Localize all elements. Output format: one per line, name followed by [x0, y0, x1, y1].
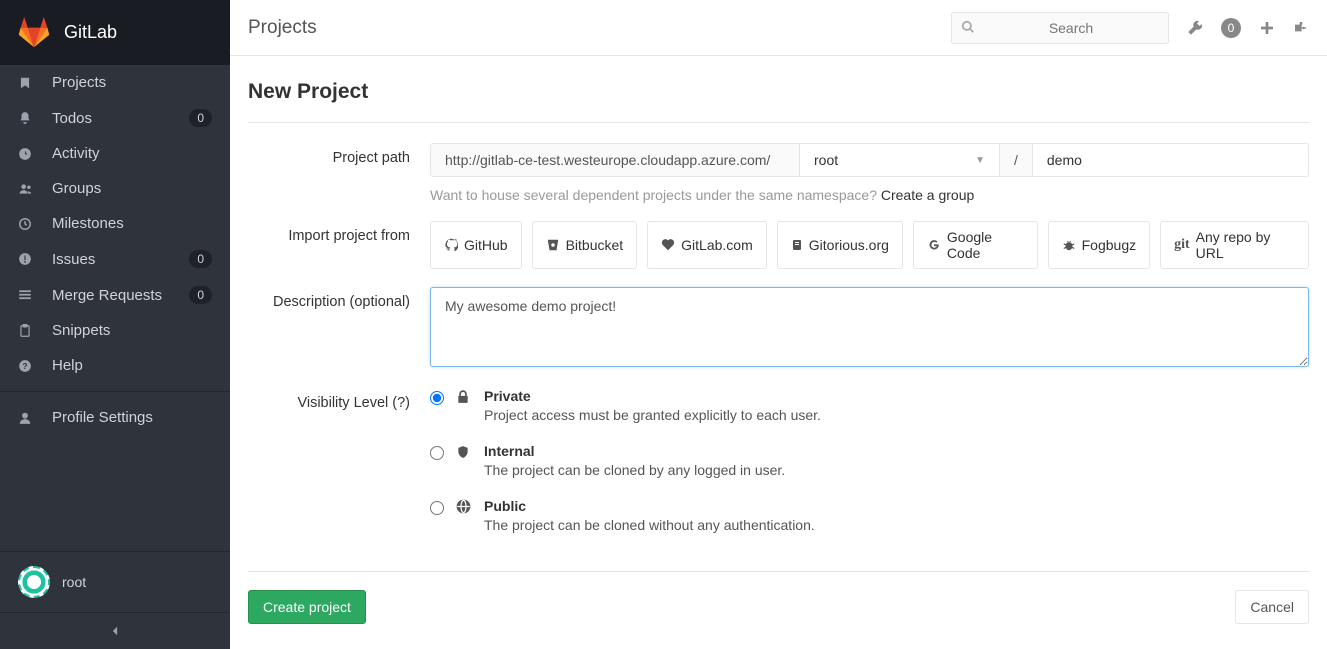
visibility-public-title: Public — [484, 498, 815, 514]
namespace-selected: root — [814, 152, 838, 168]
visibility-private-title: Private — [484, 388, 821, 404]
create-project-button[interactable]: Create project — [248, 590, 366, 624]
form-footer: Create project Cancel — [248, 571, 1309, 642]
todos-header-badge[interactable]: 0 — [1221, 18, 1241, 38]
visibility-public-radio[interactable] — [430, 501, 444, 515]
bug-icon — [1062, 238, 1076, 252]
import-bitbucket-button[interactable]: Bitbucket — [532, 221, 638, 269]
sign-out-icon[interactable] — [1293, 20, 1309, 36]
chevron-left-icon — [111, 623, 119, 639]
sidebar-separator — [0, 391, 230, 392]
todos-count-badge: 0 — [189, 109, 212, 127]
bookmark-icon — [18, 76, 36, 90]
import-googlecode-button[interactable]: Google Code — [913, 221, 1038, 269]
sidebar-item-label: Todos — [52, 110, 189, 127]
git-icon: git — [1174, 237, 1190, 253]
sidebar-item-merge-requests[interactable]: Merge Requests 0 — [0, 277, 230, 313]
sidebar-item-label: Snippets — [52, 322, 212, 339]
visibility-internal-radio[interactable] — [430, 446, 444, 460]
question-icon: ? — [18, 359, 36, 373]
heart-icon — [661, 238, 675, 252]
search-input[interactable] — [951, 12, 1169, 44]
brand-bar: GitLab — [0, 0, 230, 65]
header-actions: 0 — [1187, 18, 1309, 38]
clipboard-icon — [18, 324, 36, 338]
project-name-input[interactable] — [1033, 143, 1309, 177]
visibility-private-radio[interactable] — [430, 391, 444, 405]
chevron-down-icon: ▼ — [975, 155, 985, 166]
description-textarea[interactable] — [430, 287, 1309, 367]
group-icon — [18, 182, 36, 196]
main-header: Projects 0 — [230, 0, 1327, 56]
search-icon — [961, 20, 975, 34]
create-group-link[interactable]: Create a group — [881, 187, 974, 203]
mr-count-badge: 0 — [189, 286, 212, 304]
sidebar-item-label: Profile Settings — [52, 409, 212, 426]
exclamation-icon — [18, 252, 36, 266]
sidebar-item-activity[interactable]: Activity — [0, 136, 230, 171]
sidebar-item-snippets[interactable]: Snippets — [0, 313, 230, 348]
dashboard-icon — [18, 147, 36, 161]
project-base-url: http://gitlab-ce-test.westeurope.cloudap… — [430, 143, 800, 177]
sidebar-item-label: Help — [52, 357, 212, 374]
sidebar-item-label: Milestones — [52, 215, 212, 232]
divider — [248, 122, 1309, 123]
bell-icon — [18, 111, 36, 125]
shield-icon — [456, 444, 472, 460]
label-import-from: Import project from — [248, 221, 430, 269]
brand-name: GitLab — [64, 22, 117, 43]
import-gitorious-button[interactable]: Gitorious.org — [777, 221, 903, 269]
clock-icon — [18, 217, 36, 231]
namespace-help-text: Want to house several dependent projects… — [430, 187, 1309, 203]
sidebar-item-issues[interactable]: Issues 0 — [0, 241, 230, 277]
namespace-select[interactable]: root ▼ — [800, 143, 1000, 177]
label-project-path: Project path — [248, 143, 430, 203]
sidebar-item-milestones[interactable]: Milestones — [0, 206, 230, 241]
label-description: Description (optional) — [248, 287, 430, 370]
admin-wrench-icon[interactable] — [1187, 20, 1203, 36]
import-github-button[interactable]: GitHub — [430, 221, 522, 269]
search-box — [951, 12, 1169, 44]
user-icon — [18, 411, 36, 425]
issues-count-badge: 0 — [189, 250, 212, 268]
github-icon — [444, 238, 458, 252]
visibility-internal-title: Internal — [484, 443, 785, 459]
avatar — [18, 566, 50, 598]
sidebar-item-todos[interactable]: Todos 0 — [0, 100, 230, 136]
globe-icon — [456, 499, 472, 514]
sidebar-item-label: Projects — [52, 74, 212, 91]
sidebar-item-groups[interactable]: Groups — [0, 171, 230, 206]
visibility-internal-desc: The project can be cloned by any logged … — [484, 462, 785, 478]
page-title: New Project — [248, 80, 1309, 104]
import-gitlab-button[interactable]: GitLab.com — [647, 221, 767, 269]
sidebar-item-label: Issues — [52, 251, 189, 268]
gitorious-icon — [791, 238, 803, 252]
path-slash: / — [1000, 143, 1033, 177]
import-anyrepo-button[interactable]: git Any repo by URL — [1160, 221, 1309, 269]
main-content: New Project Project path http://gitlab-c… — [230, 56, 1327, 649]
new-project-plus-icon[interactable] — [1259, 20, 1275, 36]
sidebar-item-help[interactable]: ? Help — [0, 348, 230, 383]
label-visibility: Visibility Level (?) — [248, 388, 430, 553]
svg-text:?: ? — [23, 361, 28, 370]
visibility-public-desc: The project can be cloned without any au… — [484, 517, 815, 533]
sidebar-item-label: Groups — [52, 180, 212, 197]
sidebar-item-label: Activity — [52, 145, 212, 162]
sidebar-collapse-button[interactable] — [0, 612, 230, 649]
sidebar-item-profile-settings[interactable]: Profile Settings — [0, 400, 230, 435]
sidebar-item-label: Merge Requests — [52, 287, 189, 304]
sidebar: Projects Todos 0 Activity Groups Miles — [0, 65, 230, 649]
sidebar-item-projects[interactable]: Projects — [0, 65, 230, 100]
cancel-button[interactable]: Cancel — [1235, 590, 1309, 624]
sidebar-current-user[interactable]: root — [0, 552, 230, 612]
current-username: root — [62, 574, 86, 590]
tasks-icon — [18, 288, 36, 302]
visibility-private-desc: Project access must be granted explicitl… — [484, 407, 821, 423]
bitbucket-icon — [546, 238, 560, 252]
google-icon — [927, 238, 941, 252]
header-title: Projects — [248, 17, 951, 39]
gitlab-logo-icon — [18, 17, 50, 49]
import-fogbugz-button[interactable]: Fogbugz — [1048, 221, 1150, 269]
lock-icon — [456, 389, 472, 405]
